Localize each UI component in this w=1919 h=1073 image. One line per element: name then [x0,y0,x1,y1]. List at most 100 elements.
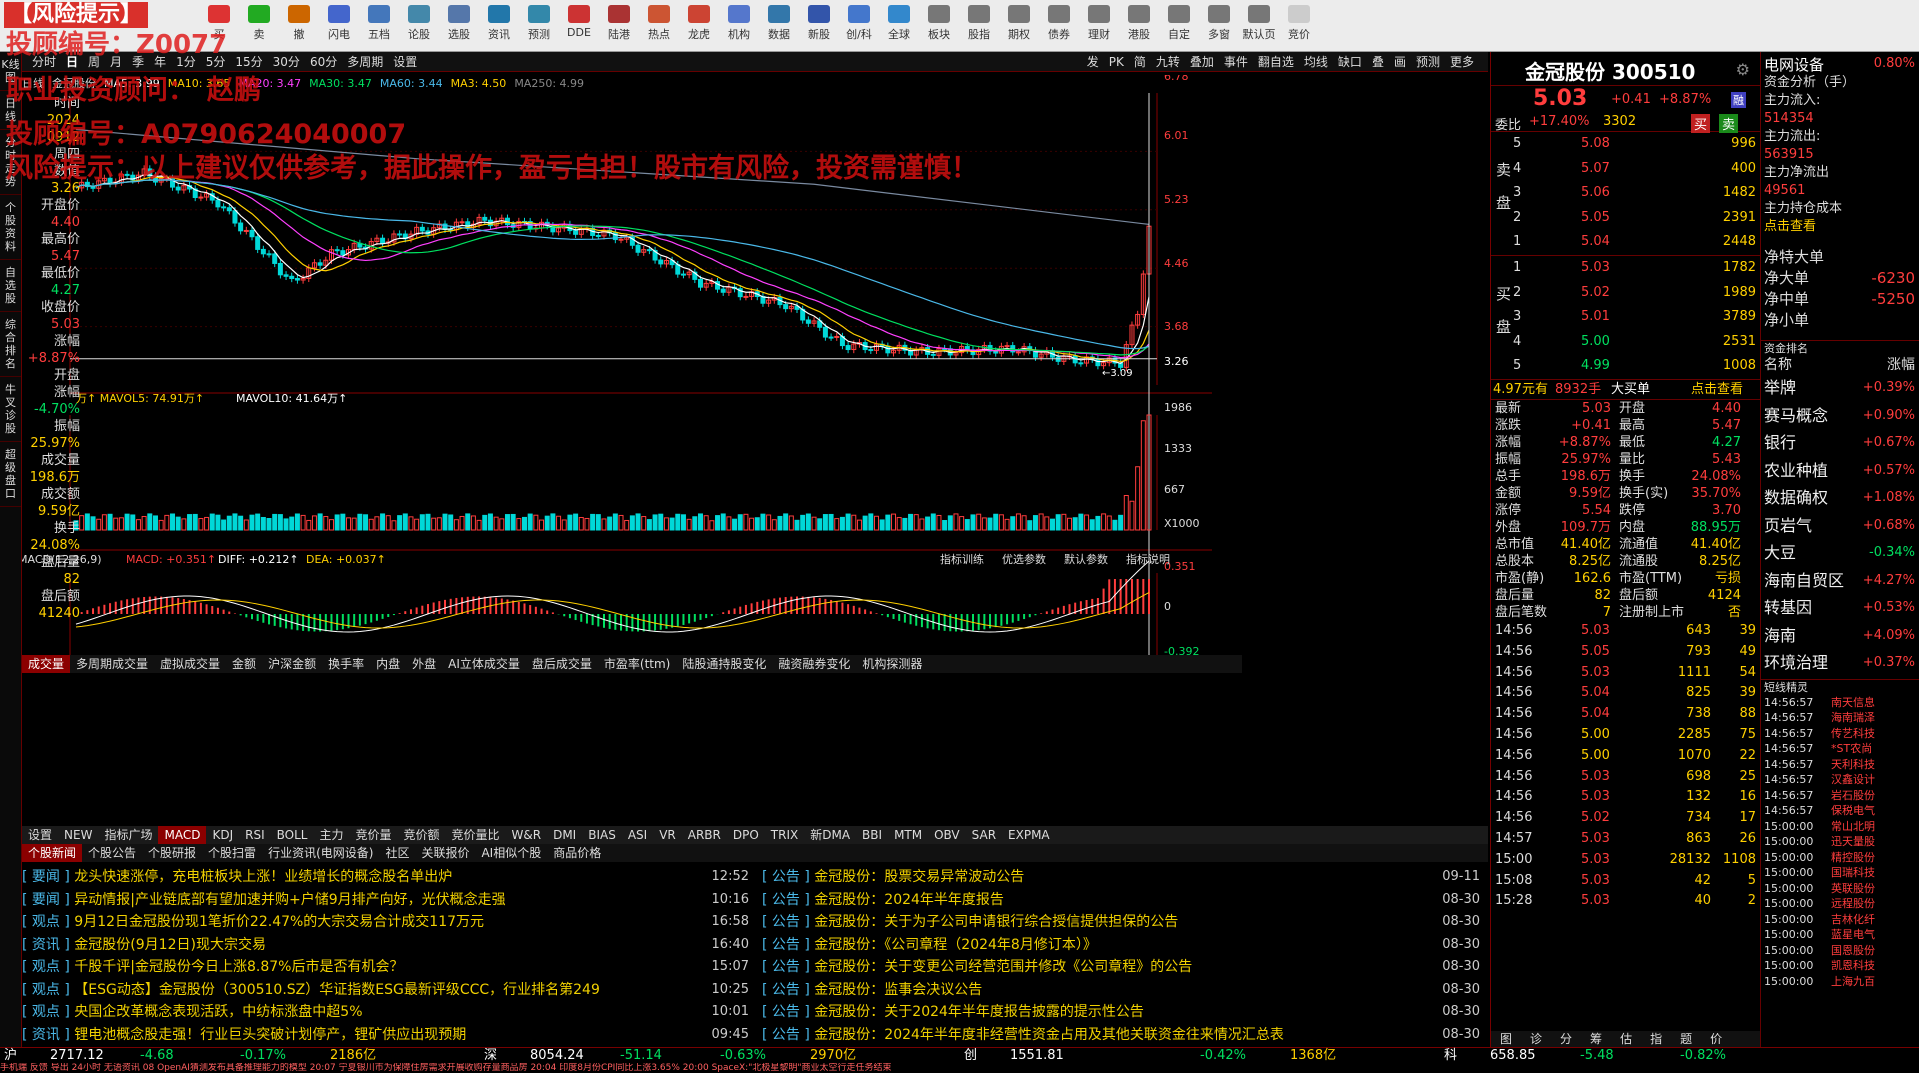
news-item[interactable]: [ 公告 ] 金冠股份：2024年半年度非经营性资金占用及其他关联资金往来情况汇… [762,1024,1488,1043]
macd-button[interactable]: 指标训练 [940,552,984,566]
news-item[interactable]: [ 公告 ] 金冠股份：股票交易异常波动公告 09-11 [762,866,1488,889]
indicator-tab[interactable]: 指标广场 [98,826,158,844]
volume-tab[interactable]: 成交量 [22,655,71,673]
toolbar-button[interactable]: 机构 [720,3,758,49]
toolbar-button[interactable]: 数据 [760,3,798,49]
toolbar-button[interactable]: 股指 [960,3,998,49]
big-order-row[interactable]: 4.97元有 8932手 大买单 点击查看 [1491,380,1760,400]
volume-tab[interactable]: 市盈率(ttm) [598,655,676,673]
indicator-tab[interactable]: MACD [158,826,207,844]
shortline-row[interactable]: 15:00:00 常山北明 [1761,819,1919,835]
news-item[interactable]: [ 资讯 ] 金冠股份(9月12日)现大宗交易 16:40 [22,934,757,957]
sector-row[interactable]: 大豆 -0.34% [1761,539,1919,567]
toolbar-button[interactable]: 五档 [360,3,398,49]
indicator-tab[interactable]: SAR [966,826,1002,844]
shortline-row[interactable]: 14:56:57 汉鑫设计 [1761,772,1919,788]
indicator-tab[interactable]: RSI [239,826,271,844]
gear-icon[interactable]: ⚙ [1736,60,1750,79]
indicator-tab[interactable]: DMI [547,826,582,844]
sector-row[interactable]: 转基因 +0.53% [1761,594,1919,622]
period-tab[interactable]: 30分 [268,52,305,71]
news-item[interactable]: [ 资讯 ] 锂电池概念股走强！行业巨头突破计划停产，锂矿供应出现预期 09:45 [22,1024,757,1043]
chart-tool-button[interactable]: 翻自选 [1253,52,1299,71]
news-item[interactable]: [ 观点 ] 9月12日金冠股份现1笔折价22.47%的大宗交易合计成交117万… [22,911,757,934]
sell-button[interactable]: 卖 [1719,114,1739,133]
volume-tab[interactable]: 虚拟成交量 [154,655,226,673]
news-item[interactable]: [ 观点 ] 央国企改革概念表现活跃，中纺标涨盘中超5% 10:01 [22,1001,757,1024]
news-item[interactable]: [ 公告 ] 金冠股份：2024年半年度报告 08-30 [762,889,1488,912]
news-title[interactable]: 异动情报|产业链底部有望加速并购+户储9月排产向好，光伏概念走强 [74,892,505,908]
news-item[interactable]: [ 公告 ] 金冠股份：关于为子公司申请银行综合授信提供担保的公告 08-30 [762,911,1488,934]
left-tab[interactable]: 日线 [0,91,21,130]
toolbar-button[interactable]: 龙虎 [680,3,718,49]
toolbar-button[interactable]: 自定 [1160,3,1198,49]
sector-row[interactable]: 举牌 +0.39% [1761,374,1919,402]
left-tab[interactable]: 综合排名 [0,312,21,377]
toolbar-button[interactable]: 资讯 [480,3,518,49]
indicator-tab[interactable]: 新DMA [804,826,856,844]
news-title[interactable]: 金冠股份：2024年半年度非经营性资金占用及其他关联资金往来情况汇总表 [814,1027,1284,1043]
left-tab[interactable]: 个股资料 [0,195,21,260]
period-tab[interactable]: 60分 [305,52,342,71]
news-tab[interactable]: 个股扫雷 [202,844,262,862]
order-book-row[interactable]: 3 5.06 1482 [1491,181,1760,206]
quote-footer-tab[interactable]: 图 [1491,1031,1521,1047]
news-title[interactable]: 龙头快速涨停，充电桩板块上涨！业绩增长的概念股名单出炉 [74,869,452,885]
shortline-row[interactable]: 14:56:57 岩石股份 [1761,788,1919,804]
toolbar-button[interactable]: 新股 [800,3,838,49]
news-title[interactable]: 金冠股份：2024年半年度报告 [814,892,1004,908]
volume-tab[interactable]: 金额 [226,655,262,673]
left-tab[interactable]: 自选股 [0,260,21,312]
news-item[interactable]: [ 观点 ] 【ESG动态】金冠股份（300510.SZ）华证指数ESG最新评级… [22,979,757,1002]
indicator-tab[interactable]: DPO [727,826,765,844]
news-tab[interactable]: 个股公告 [82,844,142,862]
order-book-row[interactable]: 4 5.00 2531 [1491,330,1760,355]
quote-footer-tab[interactable]: 诊 [1521,1031,1551,1047]
news-tab[interactable]: 社区 [379,844,415,862]
news-item[interactable]: [ 公告 ] 金冠股份：《公司章程（2024年8月修订本）》 08-30 [762,934,1488,957]
news-tab[interactable]: AI相似个股 [475,844,547,862]
volume-tab[interactable]: 陆股通持股变化 [676,655,772,673]
indicator-tab[interactable]: MTM [888,826,928,844]
news-title[interactable]: 金冠股份：关于2024年半年度报告披露的提示性公告 [814,1004,1144,1020]
shortline-row[interactable]: 14:56:57 保税电气 [1761,803,1919,819]
volume-tab[interactable]: 融资融券变化 [772,655,856,673]
indicator-tab[interactable]: ARBR [682,826,727,844]
news-tab[interactable]: 关联报价 [415,844,475,862]
shortline-row[interactable]: 14:56:57 天利科技 [1761,757,1919,773]
quote-footer-tab[interactable]: 价 [1701,1031,1731,1047]
toolbar-button[interactable]: 债券 [1040,3,1078,49]
toolbar-button[interactable]: 买 [200,3,238,49]
macd-button[interactable]: 指标说明 [1126,552,1170,566]
shortline-row[interactable]: 14:56:57 海南瑞泽 [1761,710,1919,726]
quote-footer-tab[interactable]: 题 [1671,1031,1701,1047]
shortline-row[interactable]: 15:00:00 远程股份 [1761,896,1919,912]
toolbar-button[interactable]: 期权 [1000,3,1038,49]
news-tab[interactable]: 个股研报 [142,844,202,862]
news-title[interactable]: 锂电池概念股走强！行业巨头突破计划停产，锂矿供应出现预期 [74,1027,466,1043]
shortline-row[interactable]: 15:00:00 国恩股份 [1761,943,1919,959]
news-item[interactable]: [ 观点 ] 千股千评|金冠股份今日上涨8.87%后市是否有机会？ 15:07 [22,956,757,979]
order-book-row[interactable]: 2 5.05 2391 [1491,206,1760,231]
chart-tool-button[interactable]: 缺口 [1333,52,1367,71]
indicator-tab[interactable]: W&R [506,826,548,844]
period-tab[interactable]: 月 [105,52,127,71]
toolbar-button[interactable]: 预测 [520,3,558,49]
sector-row[interactable]: 银行 +0.67% [1761,429,1919,457]
news-title[interactable]: 央国企改革概念表现活跃，中纺标涨盘中超5% [74,1004,362,1020]
toolbar-button[interactable]: 卖 [240,3,278,49]
period-tab[interactable]: 1分 [171,52,201,71]
sector-row[interactable]: 页岩气 +0.68% [1761,512,1919,540]
period-tab[interactable]: 多周期 [342,52,388,71]
sector-row[interactable]: 赛马概念 +0.90% [1761,402,1919,430]
toolbar-button[interactable]: 撤 [280,3,318,49]
news-item[interactable]: [ 公告 ] 金冠股份：关于2024年半年度报告披露的提示性公告 08-30 [762,1001,1488,1024]
news-title[interactable]: 金冠股份(9月12日)现大宗交易 [74,937,266,953]
volume-tab[interactable]: 机构探测器 [856,655,928,673]
order-book-row[interactable]: 3 5.01 3789 [1491,305,1760,330]
quote-footer-tab[interactable]: 指 [1641,1031,1671,1047]
chart-tool-button[interactable]: 叠 [1367,52,1389,71]
chart-tool-button[interactable]: 更多 [1445,52,1479,71]
volume-tab[interactable]: 外盘 [406,655,442,673]
buy-button[interactable]: 买 [1691,114,1711,133]
